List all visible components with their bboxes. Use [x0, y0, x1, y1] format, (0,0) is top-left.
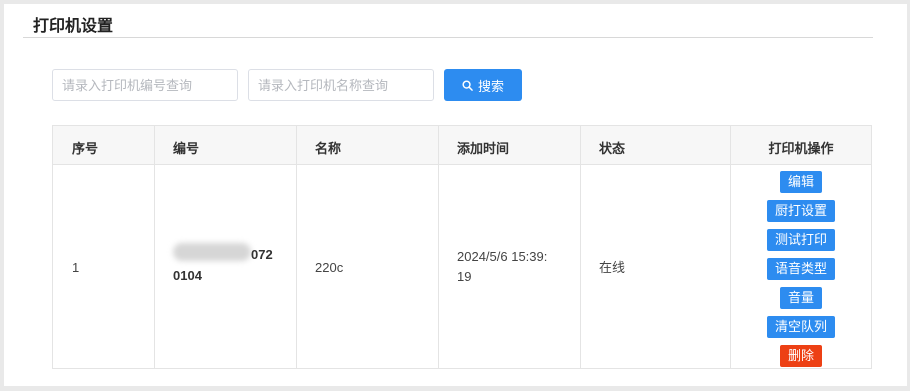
row-status: 在线 [599, 260, 626, 275]
redacted-number-blur [173, 243, 251, 261]
volume-button[interactable]: 音量 [779, 287, 822, 309]
search-icon [462, 79, 473, 91]
clear-queue-button[interactable]: 清空队列 [766, 316, 835, 338]
table-header-row: 序号 编号 名称 添加时间 状态 打印机操作 [53, 126, 871, 165]
printer-number-search-input[interactable] [52, 69, 238, 101]
search-button[interactable]: 搜索 [444, 69, 522, 101]
table-row: 1 072 0104 220c 2024/5/6 15:39: 19 在线 编辑… [53, 165, 871, 368]
row-number-line2: 0104 [173, 268, 202, 283]
printer-table: 序号 编号 名称 添加时间 状态 打印机操作 1 072 0104 220c 2… [52, 125, 872, 369]
row-actions: 编辑 厨打设置 测试打印 语音类型 音量 清空队列 删除 [730, 165, 871, 368]
header-actions: 打印机操作 [768, 141, 834, 156]
printer-settings-panel: 打印机设置 搜索 序号 编号 名称 添加时间 状态 打印机操作 1 072 01… [4, 4, 907, 386]
row-time-line1: 2024/5/6 15:39: [457, 249, 548, 264]
row-number-line1: 072 [251, 247, 273, 262]
header-index: 序号 [72, 141, 99, 156]
voice-type-button[interactable]: 语音类型 [766, 258, 835, 280]
page-title: 打印机设置 [33, 18, 114, 35]
header-name: 名称 [315, 141, 342, 156]
row-time-line2: 19 [457, 269, 472, 284]
search-button-label: 搜索 [477, 78, 504, 94]
row-index: 1 [72, 260, 80, 275]
delete-button[interactable]: 删除 [779, 345, 822, 367]
header-status: 状态 [599, 141, 626, 156]
page-header: 打印机设置 [23, 4, 873, 38]
header-added-time: 添加时间 [457, 141, 510, 156]
row-name: 220c [315, 260, 344, 275]
edit-button[interactable]: 编辑 [779, 171, 822, 193]
test-print-button[interactable]: 测试打印 [766, 229, 835, 251]
printer-name-search-input[interactable] [248, 69, 434, 101]
header-number: 编号 [173, 141, 200, 156]
kitchen-print-settings-button[interactable]: 厨打设置 [766, 200, 835, 222]
